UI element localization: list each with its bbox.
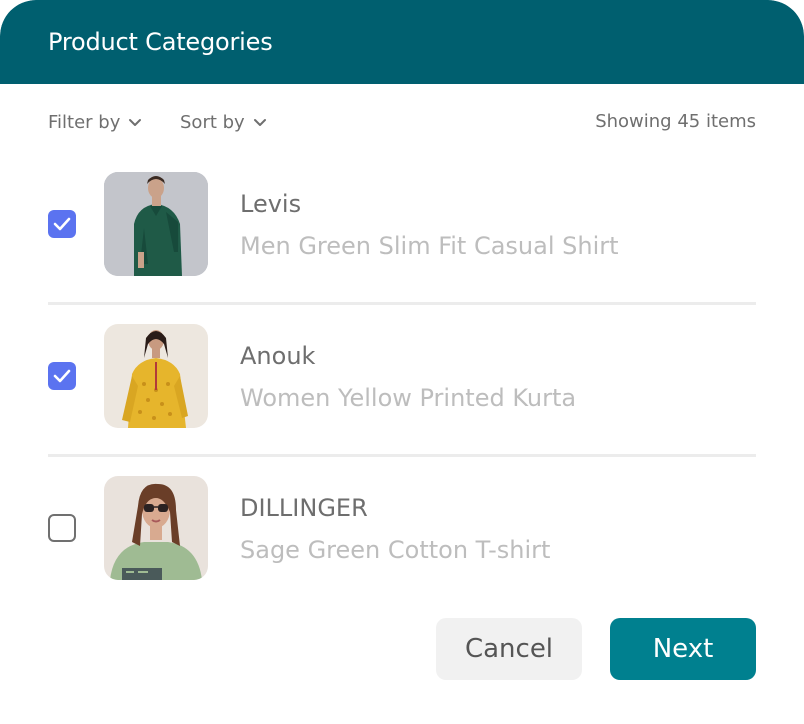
item-checkbox[interactable]	[48, 210, 76, 238]
dialog-footer: Cancel Next	[436, 618, 756, 680]
product-image	[104, 172, 208, 276]
check-icon	[53, 217, 71, 231]
sort-label: Sort by	[180, 111, 245, 133]
next-button[interactable]: Next	[610, 618, 756, 680]
product-description: Sage Green Cotton T-shirt	[240, 536, 551, 564]
item-checkbox[interactable]	[48, 362, 76, 390]
product-description: Women Yellow Printed Kurta	[240, 384, 577, 412]
product-description: Men Green Slim Fit Casual Shirt	[240, 232, 619, 260]
product-image	[104, 476, 208, 580]
product-brand: DILLINGER	[240, 494, 368, 522]
product-image	[104, 324, 208, 428]
dialog-header: Product Categories	[0, 0, 804, 84]
list-toolbar: Filter by Sort by Showing 45 items	[48, 108, 756, 136]
list-item[interactable]: Anouk Women Yellow Printed Kurta	[48, 324, 756, 476]
list-item[interactable]: Levis Men Green Slim Fit Casual Shirt	[48, 172, 756, 324]
product-list: Levis Men Green Slim Fit Casual Shirt An…	[48, 172, 756, 628]
filter-dropdown[interactable]: Filter by	[48, 108, 142, 136]
product-brand: Anouk	[240, 342, 316, 370]
check-icon	[53, 369, 71, 383]
divider	[48, 454, 756, 457]
product-categories-dialog: Product Categories Filter by Sort by Sho…	[0, 0, 804, 724]
cancel-button[interactable]: Cancel	[436, 618, 582, 680]
chevron-down-icon	[253, 119, 266, 126]
list-item[interactable]: DILLINGER Sage Green Cotton T-shirt	[48, 476, 756, 628]
product-brand: Levis	[240, 190, 302, 218]
dialog-title: Product Categories	[48, 28, 273, 56]
item-checkbox[interactable]	[48, 514, 76, 542]
item-count: Showing 45 items	[595, 111, 756, 132]
sort-dropdown[interactable]: Sort by	[180, 108, 267, 136]
filter-label: Filter by	[48, 111, 121, 133]
chevron-down-icon	[129, 119, 142, 126]
divider	[48, 302, 756, 305]
